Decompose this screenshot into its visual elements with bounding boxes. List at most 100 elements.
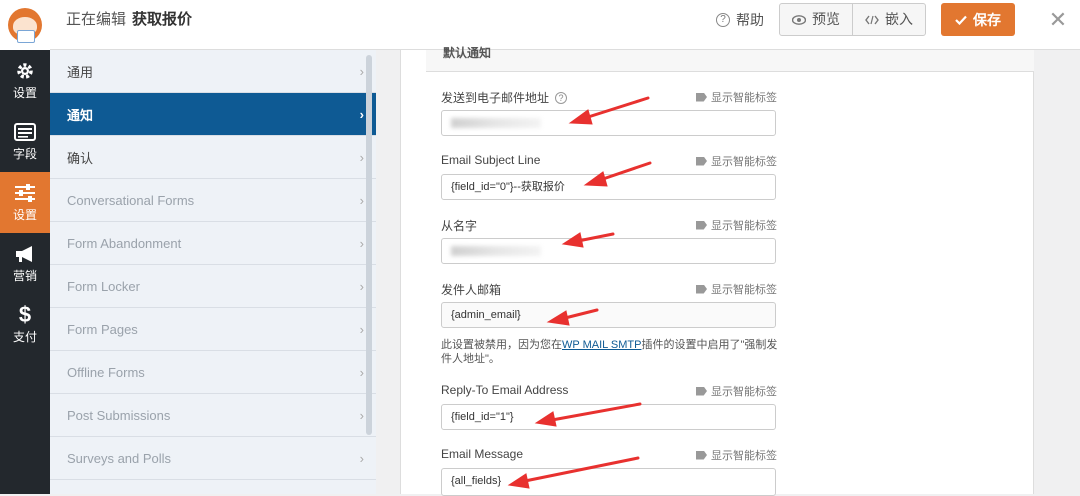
chevron-right-icon: › <box>359 407 364 423</box>
smart-tags-label: 显示智能标签 <box>711 450 777 462</box>
eye-icon <box>792 14 806 25</box>
field-label-text: Email Message <box>441 447 524 461</box>
subnav-form-locker[interactable]: Form Locker › <box>50 265 376 308</box>
field-label-text: 从名字 <box>441 219 478 233</box>
help-label: 帮助 <box>736 12 764 28</box>
email-message-input[interactable]: {all_fields} <box>441 468 776 496</box>
question-icon[interactable]: ? <box>555 91 568 104</box>
preview-button[interactable]: 预览 <box>780 4 852 35</box>
subnav-confirmations[interactable]: 确认 › <box>50 136 376 179</box>
top-bar: 正在编辑 获取报价 ? 帮助 预览 嵌入 保存 ✕ <box>0 0 1080 50</box>
question-icon: ? <box>716 13 730 27</box>
wp-mail-smtp-link[interactable]: WP MAIL SMTP <box>562 339 641 351</box>
nav-item-payments[interactable]: $ 支付 <box>0 294 50 355</box>
embed-label: 嵌入 <box>885 11 913 27</box>
check-icon <box>955 15 967 25</box>
send-to-email-input[interactable] <box>441 110 776 136</box>
smart-tags-toggle[interactable]: 显示智能标签 <box>696 383 777 399</box>
email-message-field: Email Message 显示智能标签 <box>441 447 777 463</box>
megaphone-icon <box>13 244 37 264</box>
section-title: 默认通知 <box>443 46 492 60</box>
subnav-notifications[interactable]: 通知 › <box>50 93 376 136</box>
close-icon[interactable]: ✕ <box>1036 0 1080 40</box>
subnav-general[interactable]: 通用 › <box>50 50 376 93</box>
redacted-value <box>451 246 541 256</box>
email-subject-input[interactable]: {field_id="0"}--获取报价 <box>441 174 776 200</box>
subnav-label: Form Locker <box>67 278 140 294</box>
from-email-input[interactable]: {admin_email} <box>441 302 776 328</box>
from-email-field: 发件人邮箱 显示智能标签 <box>441 281 777 298</box>
tag-icon <box>696 450 707 460</box>
smart-tags-toggle[interactable]: 显示智能标签 <box>696 153 777 169</box>
subnav-label: Surveys and Polls <box>67 450 172 466</box>
subnav-conversational-forms[interactable]: Conversational Forms › <box>50 179 376 222</box>
help-button[interactable]: ? 帮助 <box>716 8 764 32</box>
subnav-label: Offline Forms <box>67 364 145 380</box>
from-name-field: 从名字 显示智能标签 <box>441 217 777 234</box>
chevron-right-icon: › <box>359 149 364 165</box>
settings-subpanel: 通用 › 通知 › 确认 › Conversational Forms › Form A… <box>50 50 376 494</box>
smart-tags-label: 显示智能标签 <box>711 156 777 168</box>
nav-item-marketing[interactable]: 营销 <box>0 233 50 294</box>
chevron-right-icon: › <box>359 63 364 79</box>
tag-icon <box>696 220 707 230</box>
redacted-value <box>451 118 541 128</box>
nav-item-fields[interactable]: 字段 <box>0 111 50 172</box>
save-button[interactable]: 保存 <box>941 3 1015 36</box>
bear-mascot-icon <box>8 8 42 43</box>
subnav-label: Post Submissions <box>67 407 171 423</box>
embed-button[interactable]: 嵌入 <box>852 4 925 35</box>
subpanel-scrollbar[interactable] <box>366 55 372 435</box>
tag-icon <box>696 92 707 102</box>
gear-icon <box>13 61 37 81</box>
smart-tags-label: 显示智能标签 <box>711 92 777 104</box>
smart-tags-label: 显示智能标签 <box>711 386 777 398</box>
subnav-label: Conversational Forms <box>67 192 195 208</box>
reply-to-input[interactable]: {field_id="1"} <box>441 404 776 430</box>
chevron-right-icon: › <box>359 235 364 251</box>
builder-sidebar: 设置 字段 设置 营销 $ 支付 <box>0 50 50 494</box>
tag-icon <box>696 284 707 294</box>
smart-tags-toggle[interactable]: 显示智能标签 <box>696 447 777 463</box>
smart-tags-toggle[interactable]: 显示智能标签 <box>696 89 777 105</box>
chevron-right-icon: › <box>359 192 364 208</box>
email-subject-field: Email Subject Line 显示智能标签 <box>441 153 777 169</box>
smart-tags-label: 显示智能标签 <box>711 284 777 296</box>
preview-label: 预览 <box>812 11 840 27</box>
chevron-right-icon: › <box>359 450 364 466</box>
subnav-label: 通知 <box>67 107 94 123</box>
smtp-disabled-note: 此设置被禁用，因为您在WP MAIL SMTP插件的设置中启用了"强制发件人地址… <box>441 338 781 366</box>
nav-item-settings[interactable]: 设置 <box>0 172 50 233</box>
chevron-right-icon: › <box>359 106 364 122</box>
subnav-label: 确认 <box>67 150 94 166</box>
nav-label: 营销 <box>12 268 37 283</box>
subnav-label: Form Abandonment <box>67 235 182 251</box>
field-label-text: Reply-To Email Address <box>441 383 569 397</box>
smart-tags-toggle[interactable]: 显示智能标签 <box>696 281 777 297</box>
dollar-icon: $ <box>18 301 32 327</box>
from-name-input[interactable] <box>441 238 776 264</box>
note-text-before: 此设置被禁用，因为您在 <box>441 339 562 351</box>
reply-to-field: Reply-To Email Address 显示智能标签 <box>441 383 777 399</box>
subnav-post-submissions[interactable]: Post Submissions › <box>50 394 376 437</box>
field-label-text: 发件人邮箱 <box>441 283 502 297</box>
chevron-right-icon: › <box>359 278 364 294</box>
notification-section-header: 默认通知 <box>426 46 1034 72</box>
nav-label: 字段 <box>12 146 37 161</box>
nav-label: 支付 <box>12 329 37 344</box>
tag-icon <box>696 386 707 396</box>
subnav-surveys-polls[interactable]: Surveys and Polls › <box>50 437 376 480</box>
nav-item-setup[interactable]: 设置 <box>0 50 50 111</box>
nav-label: 设置 <box>12 207 37 222</box>
send-to-email-field: 发送到电子邮件地址? 显示智能标签 <box>441 89 777 106</box>
subnav-form-pages[interactable]: Form Pages › <box>50 308 376 351</box>
subnav-label: 通用 <box>67 64 94 80</box>
form-name: 获取报价 <box>132 11 193 28</box>
field-label-text: Email Subject Line <box>441 153 541 167</box>
subnav-form-abandonment[interactable]: Form Abandonment › <box>50 222 376 265</box>
field-label-text: 发送到电子邮件地址 <box>441 91 550 105</box>
subnav-offline-forms[interactable]: Offline Forms › <box>50 351 376 394</box>
title-prefix: 正在编辑 <box>66 11 127 28</box>
list-icon <box>13 122 37 142</box>
smart-tags-toggle[interactable]: 显示智能标签 <box>696 217 777 233</box>
